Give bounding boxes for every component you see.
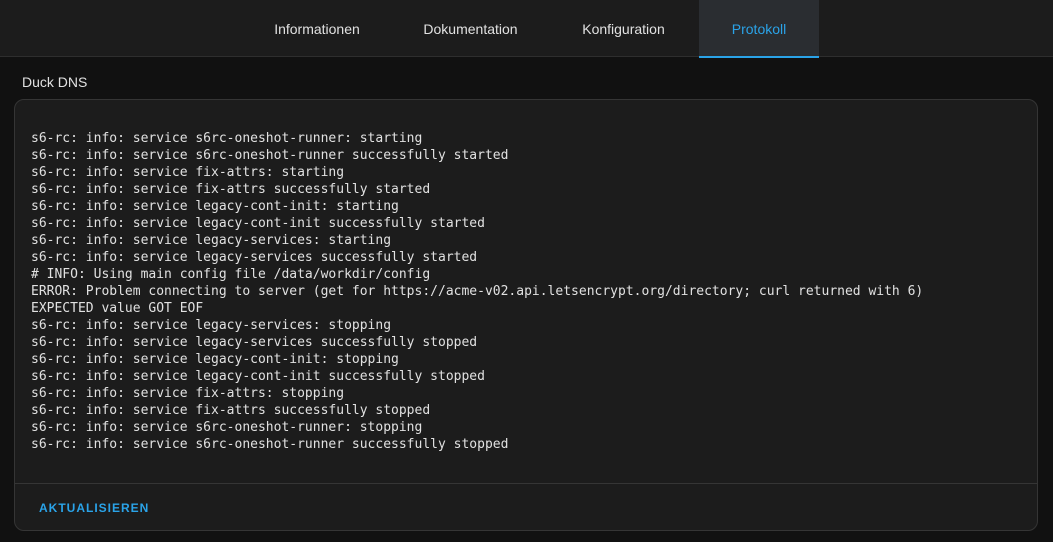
log-line: s6-rc: info: service fix-attrs successfu… xyxy=(31,403,431,418)
log-line: s6-rc: info: service legacy-cont-init: s… xyxy=(31,199,399,214)
log-line: s6-rc: info: service s6rc-oneshot-runner… xyxy=(31,437,509,452)
tab-informationen[interactable]: Informationen xyxy=(241,0,393,57)
tab-list: Informationen Dokumentation Konfiguratio… xyxy=(241,0,819,58)
log-card: s6-rc: info: service s6rc-oneshot-runner… xyxy=(14,99,1038,531)
log-line: s6-rc: info: service legacy-services: st… xyxy=(31,233,392,248)
log-line: s6-rc: info: service legacy-cont-init su… xyxy=(31,369,485,384)
log-line: s6-rc: info: service legacy-cont-init: s… xyxy=(31,352,399,367)
tab-protokoll[interactable]: Protokoll xyxy=(699,0,819,58)
log-output: s6-rc: info: service s6rc-oneshot-runner… xyxy=(31,130,923,453)
log-line: # INFO: Using main config file /data/wor… xyxy=(31,267,431,282)
tab-konfiguration[interactable]: Konfiguration xyxy=(548,0,699,57)
log-line: s6-rc: info: service legacy-services: st… xyxy=(31,318,392,333)
log-line: s6-rc: info: service s6rc-oneshot-runner… xyxy=(31,420,423,435)
refresh-button[interactable]: AKTUALISIEREN xyxy=(29,495,159,521)
log-line: ERROR: Problem connecting to server (get… xyxy=(31,284,924,299)
log-line: s6-rc: info: service fix-attrs: starting xyxy=(31,165,345,180)
log-line: s6-rc: info: service s6rc-oneshot-runner… xyxy=(31,148,509,163)
log-line: s6-rc: info: service fix-attrs: stopping xyxy=(31,386,345,401)
log-line: s6-rc: info: service fix-attrs successfu… xyxy=(31,182,431,197)
log-line: s6-rc: info: service legacy-cont-init su… xyxy=(31,216,485,231)
log-line: EXPECTED value GOT EOF xyxy=(31,301,204,316)
log-line: s6-rc: info: service legacy-services suc… xyxy=(31,335,478,350)
tab-dokumentation[interactable]: Dokumentation xyxy=(393,0,548,57)
log-line: s6-rc: info: service s6rc-oneshot-runner… xyxy=(31,131,423,146)
card-title: Duck DNS xyxy=(22,74,88,90)
log-line: s6-rc: info: service legacy-services suc… xyxy=(31,250,478,265)
card-actions: AKTUALISIEREN xyxy=(15,483,1037,531)
top-tab-bar: Informationen Dokumentation Konfiguratio… xyxy=(0,0,1053,58)
